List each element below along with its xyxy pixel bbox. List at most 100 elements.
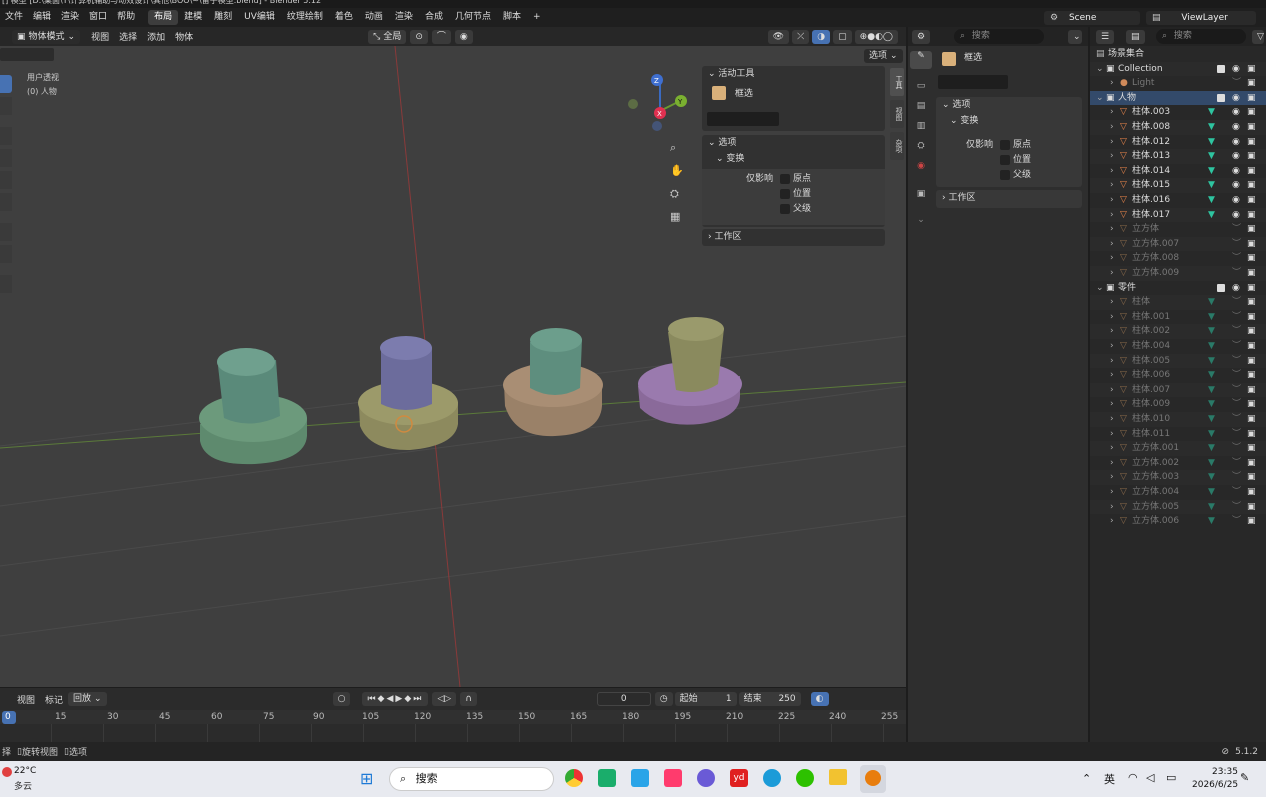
modifier-icon[interactable]: ▼ (1208, 105, 1215, 120)
camera-render-icon[interactable]: ▣ (1247, 470, 1256, 485)
eye-closed-icon[interactable]: ︶ (1232, 295, 1241, 310)
world-tab-icon[interactable]: ◉ (910, 161, 932, 179)
disclosure-arrow-icon[interactable]: › (1110, 76, 1114, 91)
disclosure-arrow-icon[interactable]: › (1110, 222, 1114, 237)
camera-render-icon[interactable]: ▣ (1247, 295, 1256, 310)
eye-closed-icon[interactable]: ︶ (1232, 500, 1241, 515)
clock-time[interactable]: 23:35 (1212, 767, 1238, 777)
menu-view[interactable]: 视图 (86, 30, 114, 43)
eye-closed-icon[interactable]: ︶ (1232, 456, 1241, 471)
end-frame-field[interactable]: 结束 250 (738, 692, 801, 706)
disclosure-arrow-icon[interactable]: › (1110, 251, 1114, 266)
modifier-icon[interactable]: ▼ (1208, 149, 1215, 164)
outliner-object-row[interactable]: › ▽ 柱体.002 ▼ ︶ ▣ (1090, 324, 1266, 339)
camera-render-icon[interactable]: ▣ (1247, 222, 1256, 237)
scene-tab-icon[interactable]: ⛭ (910, 141, 932, 159)
scale-tool[interactable] (0, 171, 12, 189)
camera-render-icon[interactable]: ▣ (1247, 427, 1256, 442)
modifier-icon[interactable]: ▼ (1208, 368, 1215, 383)
light-row[interactable]: › ● Light ︶ ▣ (1090, 76, 1266, 91)
outliner-object-row[interactable]: › ▽ 柱体.017 ▼ ◉ ▣ (1090, 207, 1266, 223)
camera-render-icon[interactable]: ▣ (1247, 412, 1256, 427)
chevron-up-icon[interactable]: ⌃ (1082, 772, 1091, 785)
modifier-icon[interactable]: ▼ (1208, 310, 1215, 325)
outliner-search[interactable]: ⌕ 搜索 (1156, 29, 1246, 44)
outliner-object-row[interactable]: › ▽ 立方体.001 ▼ ︶ ▣ (1090, 441, 1266, 456)
disclosure-arrow-icon[interactable]: › (1110, 514, 1114, 529)
object-purple[interactable] (638, 317, 742, 425)
outliner-object-row[interactable]: › ▽ 柱体.013 ▼ ◉ ▣ (1090, 149, 1266, 164)
properties-location-checkbox[interactable]: 位置 (1000, 153, 1031, 168)
camera-render-icon[interactable]: ▣ (1247, 383, 1256, 398)
modifier-icon[interactable]: ▼ (1208, 485, 1215, 500)
disclosure-arrow-icon[interactable]: › (1110, 120, 1114, 135)
disclosure-arrow-icon[interactable]: › (1110, 105, 1114, 120)
wechat-icon[interactable] (796, 769, 814, 787)
modifier-icon[interactable]: ▼ (1208, 120, 1215, 135)
camera-render-icon[interactable]: ▣ (1247, 76, 1256, 91)
modifier-icon[interactable]: ▼ (1208, 164, 1215, 179)
disclosure-arrow-icon[interactable]: › (1110, 135, 1114, 150)
timeline-menu-marker[interactable]: 标记 (40, 693, 68, 706)
outliner-object-row[interactable]: › ▽ 柱体.006 ▼ ︶ ▣ (1090, 368, 1266, 383)
camera-render-icon[interactable]: ▣ (1247, 281, 1256, 296)
proportional-button[interactable]: ◉ (454, 29, 473, 44)
chevron-down-icon[interactable]: ⌄ (910, 215, 932, 233)
eye-closed-icon[interactable]: ︶ (1232, 237, 1241, 252)
disclosure-arrow-icon[interactable]: › (1110, 178, 1114, 193)
disclosure-arrow-icon[interactable]: › (1110, 485, 1114, 500)
disclosure-arrow-icon[interactable]: › (1110, 441, 1114, 456)
tab-tool[interactable]: 工具 (890, 68, 904, 96)
camera-icon[interactable]: ⛭ (670, 187, 686, 203)
outliner-object-row[interactable]: › ▽ 柱体.016 ▼ ◉ ▣ (1090, 193, 1266, 208)
jump-keyframe-buttons[interactable]: ◁▷ (432, 692, 457, 706)
eye-icon[interactable]: ◉ (1232, 208, 1240, 223)
camera-render-icon[interactable]: ▣ (1247, 135, 1256, 150)
properties-transform-header[interactable]: ⌄ 变换 (936, 113, 1082, 129)
disclosure-arrow-icon[interactable]: › (1110, 193, 1114, 208)
transform-tool[interactable] (0, 193, 12, 211)
properties-origin-checkbox[interactable]: 原点 (1000, 138, 1031, 153)
modifier-icon[interactable]: ▼ (1208, 383, 1215, 398)
viewport-options-dropdown[interactable]: 选项 ⌄ (864, 49, 903, 63)
tab-view[interactable]: 视图 (890, 100, 904, 128)
object-green[interactable] (199, 348, 307, 465)
tab-animation[interactable]: 动画 (359, 10, 389, 25)
camera-render-icon[interactable]: ▣ (1247, 164, 1256, 179)
disclosure-arrow-icon[interactable]: › (1110, 164, 1114, 179)
eye-closed-icon[interactable]: ︶ (1232, 354, 1241, 369)
output-tab-icon[interactable]: ▤ (910, 101, 932, 119)
camera-render-icon[interactable]: ▣ (1247, 193, 1256, 208)
weather-temp[interactable]: 22°C (14, 766, 36, 776)
select-mode-icons[interactable] (938, 75, 1008, 89)
outliner-object-row[interactable]: › ▽ 柱体.005 ▼ ︶ ▣ (1090, 353, 1266, 369)
disclosure-arrow-icon[interactable]: › (1110, 339, 1114, 354)
windows-start-icon[interactable]: ⊞ (360, 769, 380, 789)
camera-render-icon[interactable]: ▣ (1247, 178, 1256, 193)
eye-icon[interactable]: ◉ (1232, 62, 1240, 77)
tab-texture-paint[interactable]: 纹理绘制 (281, 10, 329, 25)
menu-select[interactable]: 选择 (114, 30, 142, 43)
transform-orientation[interactable]: ⤡ 全局 (368, 29, 407, 44)
modifier-icon[interactable]: ▼ (1208, 295, 1215, 310)
eye-closed-icon[interactable]: ︶ (1232, 310, 1241, 325)
tab-sculpting[interactable]: 雕刻 (208, 10, 238, 25)
notification-icon[interactable]: ✎ (1240, 771, 1249, 784)
outliner-object-row[interactable]: › ▽ 柱体.011 ▼ ︶ ▣ (1090, 427, 1266, 442)
outliner-object-row[interactable]: › ▽ 立方体.002 ▼ ︶ ▣ (1090, 456, 1266, 471)
outliner-editor-type[interactable]: ☰ (1096, 30, 1115, 44)
file-explorer-icon[interactable] (829, 769, 847, 785)
grid-view-icon[interactable]: ▦ (670, 210, 686, 226)
playback-controls[interactable]: ⏮◆◀▶◆⏭ (362, 692, 429, 706)
modifier-icon[interactable]: ▼ (1208, 135, 1215, 150)
blender-taskbar-button[interactable] (860, 765, 886, 793)
disclosure-arrow-icon[interactable]: › (1110, 412, 1114, 427)
volume-icon[interactable]: ◁ (1146, 771, 1154, 784)
eye-icon[interactable]: ◉ (1232, 120, 1240, 135)
outliner-object-row[interactable]: › ▽ 立方体.009 ︶ ▣ (1090, 266, 1266, 281)
location-checkbox[interactable]: 位置 (780, 187, 811, 202)
eye-closed-icon[interactable]: ︶ (1232, 427, 1241, 442)
disclosure-arrow-icon[interactable]: ⌄ (1096, 91, 1104, 106)
select-mode-buttons[interactable] (0, 48, 54, 61)
disclosure-arrow-icon[interactable]: › (1110, 149, 1114, 164)
